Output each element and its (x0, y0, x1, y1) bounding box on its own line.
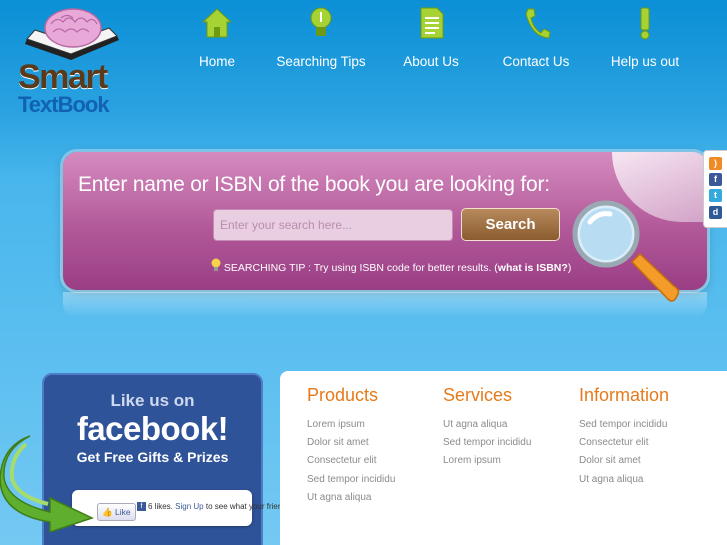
column-link[interactable]: Dolor sit amet (579, 452, 669, 470)
column-link[interactable]: Consectetur elit (307, 452, 395, 470)
green-arrow-icon (0, 435, 95, 532)
twitter-icon[interactable]: t (709, 189, 722, 202)
column-title: Information (579, 385, 670, 405)
nav-label: Home (198, 54, 235, 69)
column-link[interactable]: Lorem ipsum (443, 452, 531, 470)
rss-icon[interactable]: ) (709, 157, 722, 170)
column-link[interactable]: Sed tempor incididu (579, 416, 669, 434)
search-input[interactable] (213, 209, 453, 241)
magnifier-icon (572, 200, 680, 302)
nav-help-us-out[interactable]: Help us out (590, 6, 700, 69)
logo-text-smart: Smart (18, 58, 108, 96)
nav-about-us[interactable]: About Us (376, 6, 486, 69)
fb-like-us-on: Like us on (110, 391, 195, 410)
fb-signup-link[interactable]: Sign Up (175, 502, 203, 511)
delicious-icon[interactable]: d (709, 206, 722, 219)
information-column: Information Sed tempor incididu Consecte… (579, 385, 669, 489)
nav-contact-us[interactable]: Contact Us (481, 6, 591, 69)
searching-tip: SEARCHING TIP : Try using ISBN code for … (211, 258, 571, 274)
nav-home[interactable]: Home (162, 6, 272, 69)
column-title: Services (443, 385, 513, 405)
search-button[interactable]: Search (461, 208, 560, 241)
logo-text-textbook: TextBook (18, 92, 110, 117)
document-icon (420, 7, 444, 39)
facebook-icon[interactable]: f (709, 173, 722, 186)
site-logo[interactable]: Smart TextBook (16, 4, 126, 117)
nav-label: Help us out (610, 54, 680, 69)
search-headline: Enter name or ISBN of the book you are l… (78, 173, 550, 196)
column-link[interactable]: Ut agna aliqua (443, 416, 531, 434)
column-link[interactable]: Ut agna aliqua (307, 489, 395, 507)
nav-searching-tips[interactable]: Searching Tips (266, 6, 376, 69)
fb-like-text: f6 likes. Sign Up to see what your frien… (95, 502, 307, 512)
tip-text: SEARCHING TIP : Try using ISBN code for … (223, 262, 498, 274)
phone-icon (525, 8, 551, 39)
column-link[interactable]: Sed tempor incididu (443, 434, 531, 452)
social-sidebar: ) f t d (703, 150, 727, 228)
brain-book-icon (25, 8, 119, 60)
nav-label: Searching Tips (276, 54, 366, 69)
nav-label: About Us (403, 54, 459, 69)
products-column: Products Lorem ipsum Dolor sit amet Cons… (307, 385, 395, 507)
nav-label: Contact Us (502, 54, 570, 69)
what-is-isbn-link[interactable]: what is ISBN? (498, 262, 568, 274)
column-link[interactable]: Dolor sit amet (307, 434, 395, 452)
tip-suffix: ) (567, 262, 572, 274)
column-link[interactable]: Ut agna aliqua (579, 471, 669, 489)
tip-bulb-icon (211, 258, 221, 271)
footer-links-panel: Products Lorem ipsum Dolor sit amet Cons… (280, 371, 727, 545)
fb-likes-count: 6 likes. (148, 502, 173, 511)
column-title: Products (307, 385, 379, 405)
exclamation-icon (640, 7, 650, 40)
main-nav: Home Searching Tips About Us Contact Us … (190, 0, 700, 80)
column-link[interactable]: Consectetur elit (579, 434, 669, 452)
fb-mini-icon: f (137, 502, 146, 512)
services-column: Services Ut agna aliqua Sed tempor incid… (443, 385, 531, 471)
column-link[interactable]: Sed tempor incididu (307, 471, 395, 489)
lightbulb-icon (310, 7, 332, 36)
home-icon (201, 8, 233, 38)
column-link[interactable]: Lorem ipsum (307, 416, 395, 434)
